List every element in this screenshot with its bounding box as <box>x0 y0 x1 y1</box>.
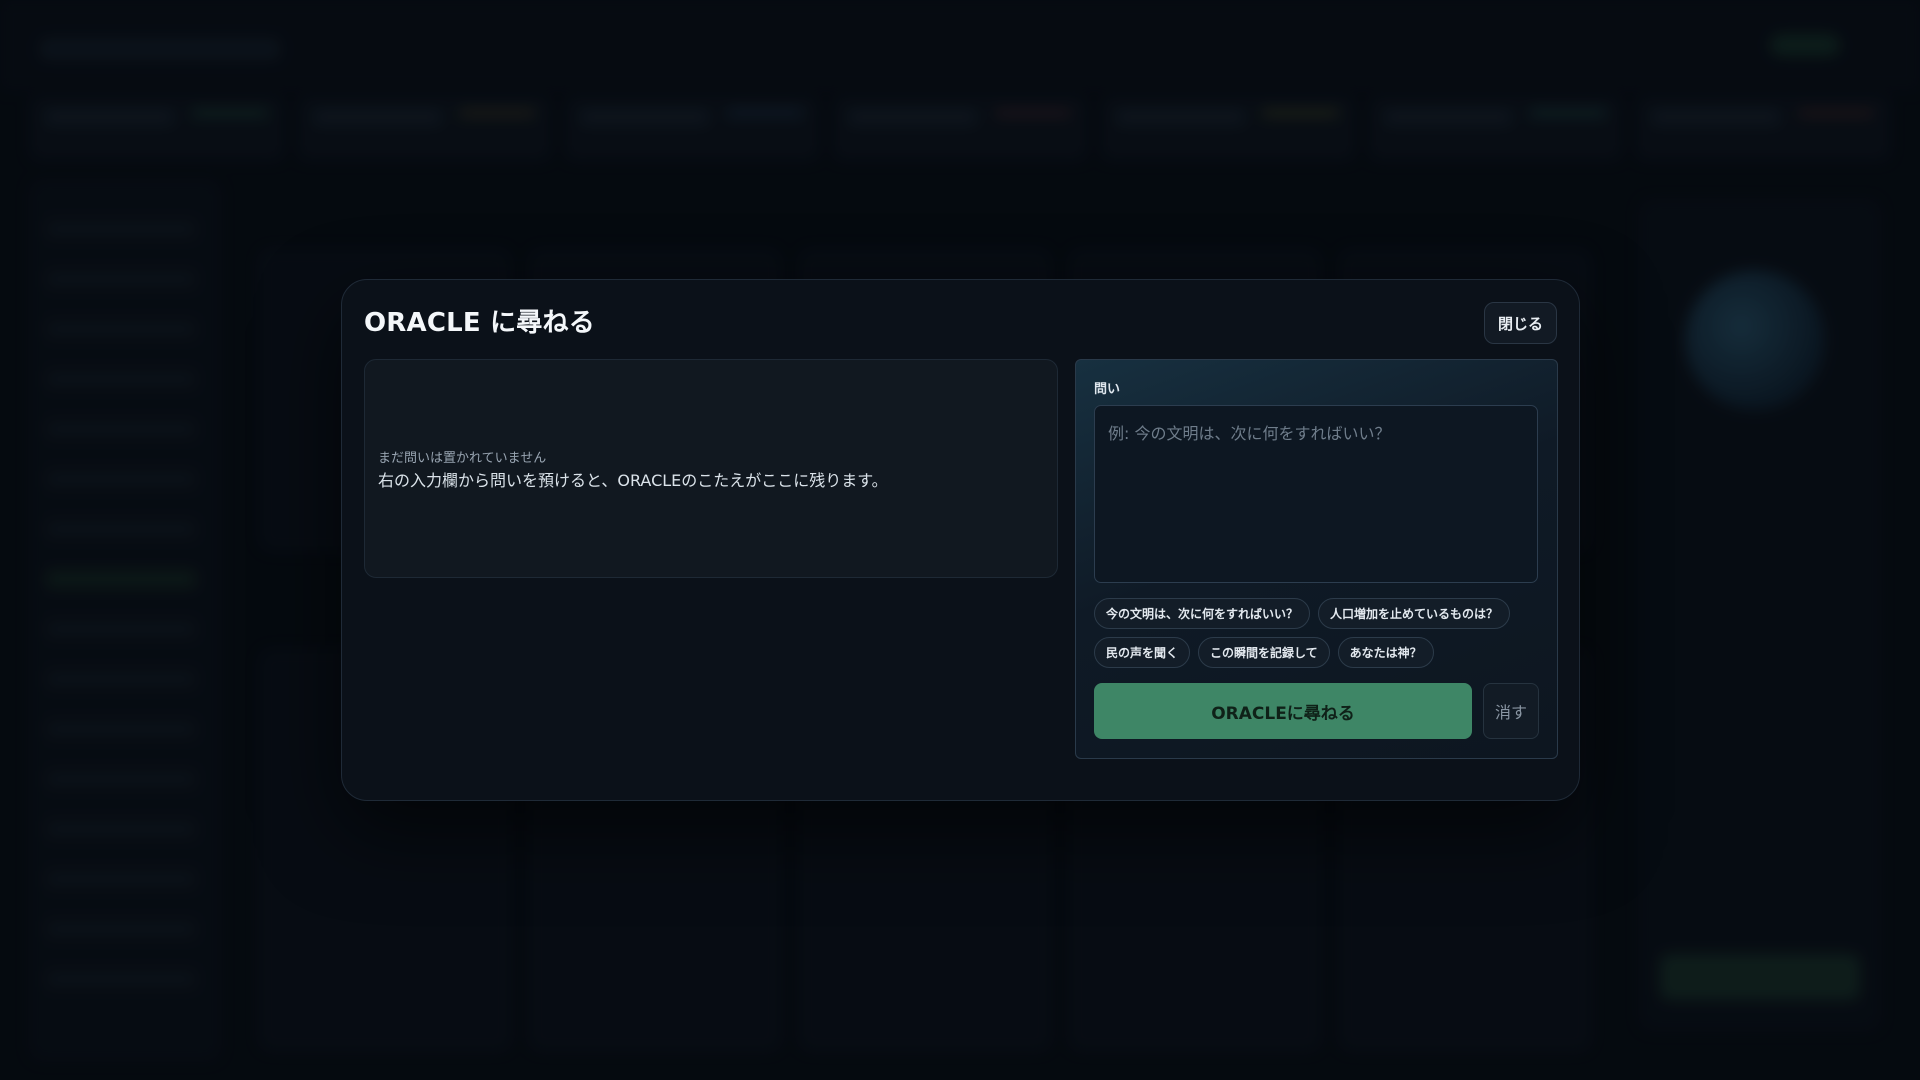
question-label: 問い <box>1094 382 1121 397</box>
suggestion-chip[interactable]: 民の声を聞く <box>1094 637 1191 668</box>
close-button[interactable]: 閉じる <box>1484 302 1557 344</box>
answer-empty-hint: 右の入力欄から問いを預けると、ORACLEのこたえがここに残ります。 <box>378 471 888 490</box>
clear-button[interactable]: 消す <box>1483 683 1539 739</box>
modal-title: ORACLE に尋ねる <box>364 308 595 338</box>
answer-empty-label: まだ問いは置かれていません <box>378 451 547 466</box>
suggestion-chips: 今の文明は、次に何をすればいい？ 人口増加を止めているものは？ 民の声を聞く こ… <box>1094 598 1544 676</box>
suggestion-chip[interactable]: 人口増加を止めているものは？ <box>1318 598 1511 629</box>
ask-panel: 問い 今の文明は、次に何をすればいい？ 人口増加を止めているものは？ 民の声を聞… <box>1075 359 1558 759</box>
suggestion-chip[interactable]: あなたは神？ <box>1337 637 1434 668</box>
suggestion-chip[interactable]: この瞬間を記録して <box>1198 637 1330 668</box>
question-input[interactable] <box>1094 405 1538 583</box>
oracle-modal: ORACLE に尋ねる 閉じる まだ問いは置かれていません 右の入力欄から問いを… <box>341 279 1580 801</box>
answer-panel: まだ問いは置かれていません 右の入力欄から問いを預けると、ORACLEのこたえが… <box>364 359 1058 578</box>
ask-oracle-button[interactable]: ORACLEに尋ねる <box>1094 683 1472 739</box>
suggestion-chip[interactable]: 今の文明は、次に何をすればいい？ <box>1094 598 1311 629</box>
